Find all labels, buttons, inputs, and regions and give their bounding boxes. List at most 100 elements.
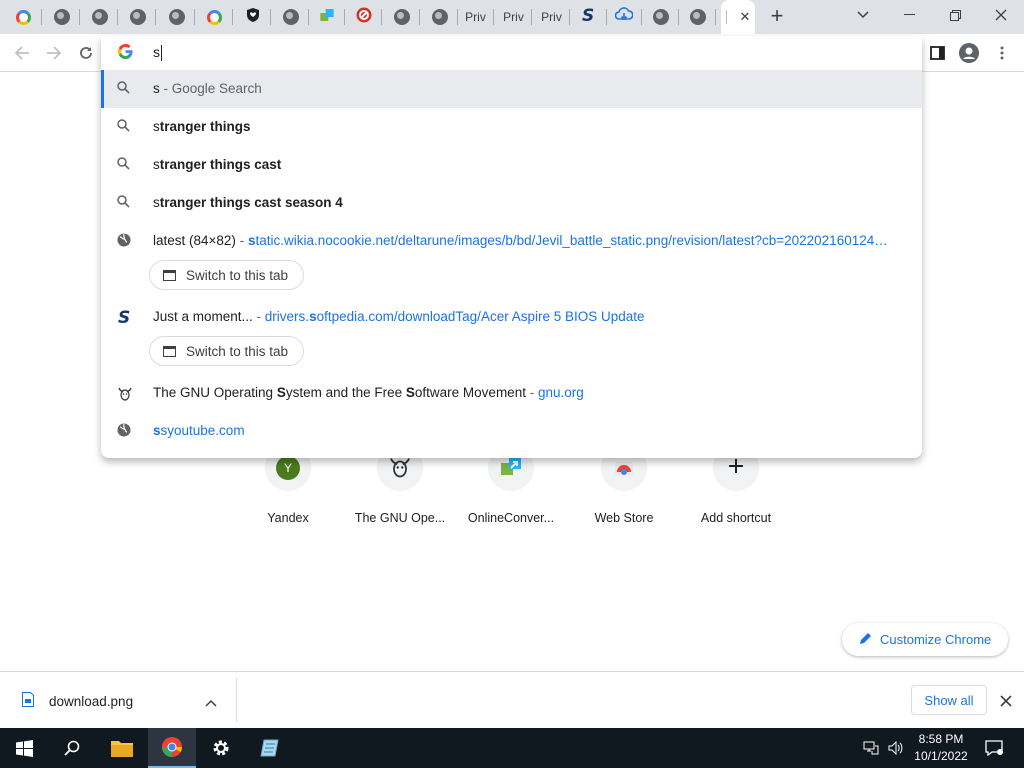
switch-to-tab-label: Switch to this tab [186,267,289,283]
restore-button[interactable] [932,0,978,30]
download-item[interactable]: download.png [22,692,133,710]
omnibox-dropdown: s s - Google Search stranger things strang… [101,36,922,458]
tab-separator [117,9,118,25]
tab-title: Priv [541,10,562,24]
google-icon [16,9,31,25]
chrome-taskbar-icon[interactable] [148,728,196,768]
browser-tab[interactable] [605,0,642,34]
suggestion-prefix: s [153,157,160,172]
windows-start-icon[interactable] [0,728,48,768]
suggestion-title: latest (84×82) [153,233,236,248]
browser-tab[interactable] [5,0,42,34]
settings-gear-icon[interactable] [197,728,245,768]
globe-icon [652,9,669,25]
suggestion-completion: tranger things [159,119,251,134]
tab-separator [419,9,420,25]
system-clock[interactable]: 8:58 PM 10/1/2022 [912,731,970,765]
browser-tab[interactable] [158,0,195,34]
forward-button[interactable] [41,40,67,66]
suggestion-search-2[interactable]: stranger things cast [101,146,922,184]
close-window-button[interactable] [978,0,1024,30]
shortcut-label: OnlineConver... [467,511,555,525]
svg-text:S: S [582,7,594,23]
suggestion-tab-match-softpedia[interactable]: S Just a moment... - drivers.softpedia.c… [101,298,922,336]
suggestion-completion: tranger things cast season 4 [159,195,343,210]
minimize-button[interactable] [886,0,932,30]
divider [236,678,237,722]
tab-search-chevron-icon[interactable] [840,0,886,30]
clock-date: 10/1/2022 [914,749,968,763]
close-downloads-icon[interactable] [1000,694,1012,712]
new-tab-button[interactable]: + [764,5,790,29]
browser-tab[interactable] [81,0,118,34]
tab-separator [194,9,195,25]
globe-icon [117,423,133,439]
switch-to-tab-button-2[interactable]: Switch to this tab [149,336,304,366]
switch-to-tab-button-1[interactable]: Switch to this tab [149,260,304,290]
file-icon [22,692,34,710]
online-convert-icon [319,7,335,28]
notification-center-icon[interactable] [980,728,1008,768]
chevron-up-icon[interactable] [205,694,217,712]
downloads-bar: download.png Show all [0,671,1024,728]
browser-tab[interactable] [196,0,233,34]
file-explorer-icon[interactable] [98,728,146,768]
browser-tab[interactable]: Priv [495,0,532,34]
suggestion-suffix: - Google Search [159,81,262,96]
browser-tab[interactable]: Priv [457,0,494,34]
profile-avatar[interactable] [956,40,982,66]
browser-tab[interactable] [383,0,420,34]
active-tab[interactable]: ✕ [721,0,755,34]
suggestion-history-ssyoutube[interactable]: ssyoutube.com [101,412,922,450]
browser-tab[interactable] [421,0,458,34]
browser-tab[interactable] [308,0,345,34]
suggestion-completion: tranger things cast [159,157,282,172]
suggestion-text: latest (84×82) - static.wikia.nocookie.n… [153,233,888,248]
side-panel-icon[interactable] [924,40,950,66]
tab-title: Priv [465,10,486,24]
url-match-bold: s [309,309,317,324]
download-filename: download.png [49,693,134,709]
suggestion-search-0[interactable]: s - Google Search [101,70,922,108]
windows-taskbar: 8:58 PM 10/1/2022 [0,728,1024,768]
suggestion-text: stranger things [153,119,251,134]
svg-text:S: S [118,309,130,325]
browser-tab[interactable] [43,0,80,34]
customize-chrome-button[interactable]: Customize Chrome [842,623,1008,656]
omnibox-input[interactable]: s [153,44,162,62]
browser-tab[interactable] [272,0,309,34]
browser-tab[interactable] [679,0,716,34]
reload-button[interactable] [73,40,99,66]
omnibox-input-row[interactable]: s [101,36,922,68]
suggestion-search-1[interactable]: stranger things [101,108,922,146]
clock-time: 8:58 PM [918,732,964,746]
suggestion-search-3[interactable]: stranger things cast season 4 [101,184,922,222]
softpedia-icon: S [581,6,597,28]
browser-tab[interactable] [345,0,382,34]
search-icon[interactable] [48,728,96,768]
shield-heart-icon [245,7,261,28]
chrome-menu-icon[interactable] [989,40,1015,66]
title-match-bold: S [276,385,286,400]
title-part: oftware Movement [414,385,526,400]
show-all-button[interactable]: Show all [911,685,987,715]
browser-tab[interactable] [234,0,271,34]
network-icon[interactable] [858,728,884,768]
shortcut-label: Add shortcut [700,511,772,525]
google-icon [117,43,133,64]
globe-icon [393,9,410,25]
browser-tab[interactable]: S [570,0,607,34]
close-tab-icon[interactable]: ✕ [740,9,751,25]
browser-tab[interactable] [642,0,679,34]
browser-tab[interactable]: Priv [533,0,570,34]
volume-icon[interactable] [884,728,908,768]
back-button[interactable] [9,40,35,66]
globe-icon [129,9,146,25]
title-part: ystem and the Free [285,385,406,400]
suggestion-tab-match-jevil[interactable]: latest (84×82) - static.wikia.nocookie.n… [101,222,922,260]
suggestion-history-gnu[interactable]: The GNU Operating System and the Free So… [101,374,922,412]
browser-tab[interactable] [119,0,156,34]
suggestion-prefix: s [153,119,160,134]
globe-icon [91,9,108,25]
notepad-icon[interactable] [246,728,294,768]
